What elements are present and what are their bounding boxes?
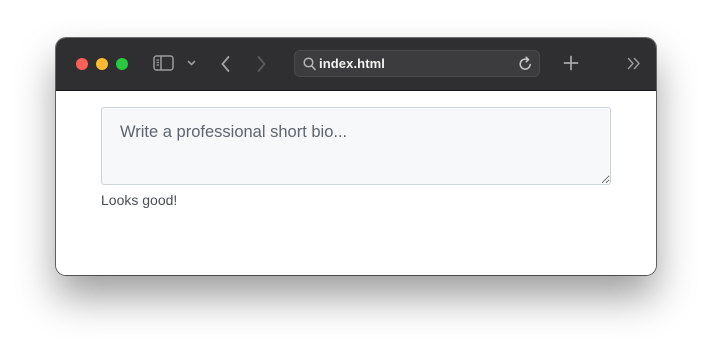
plus-icon [563, 55, 579, 71]
valid-feedback-text: Looks good! [101, 192, 178, 208]
page-content: Looks good! [56, 91, 656, 275]
browser-toolbar: index.html [56, 38, 656, 91]
reload-icon[interactable] [518, 56, 533, 77]
forward-button[interactable] [256, 55, 267, 73]
zoom-window-button[interactable] [116, 58, 128, 70]
chevron-down-icon[interactable] [187, 60, 196, 67]
new-tab-button[interactable] [563, 55, 579, 71]
chevron-left-icon [221, 56, 230, 72]
address-bar[interactable]: index.html [294, 50, 540, 77]
bio-textarea[interactable] [101, 107, 611, 185]
minimize-window-button[interactable] [96, 58, 108, 70]
chevron-right-icon [257, 56, 266, 72]
double-chevron-right-icon[interactable] [627, 57, 641, 70]
address-url[interactable]: index.html [319, 56, 385, 71]
sidebar-icon[interactable] [153, 55, 175, 72]
browser-window: index.html Looks good! [56, 38, 656, 275]
back-button[interactable] [220, 55, 231, 73]
close-window-button[interactable] [76, 58, 88, 70]
search-icon [303, 57, 316, 76]
